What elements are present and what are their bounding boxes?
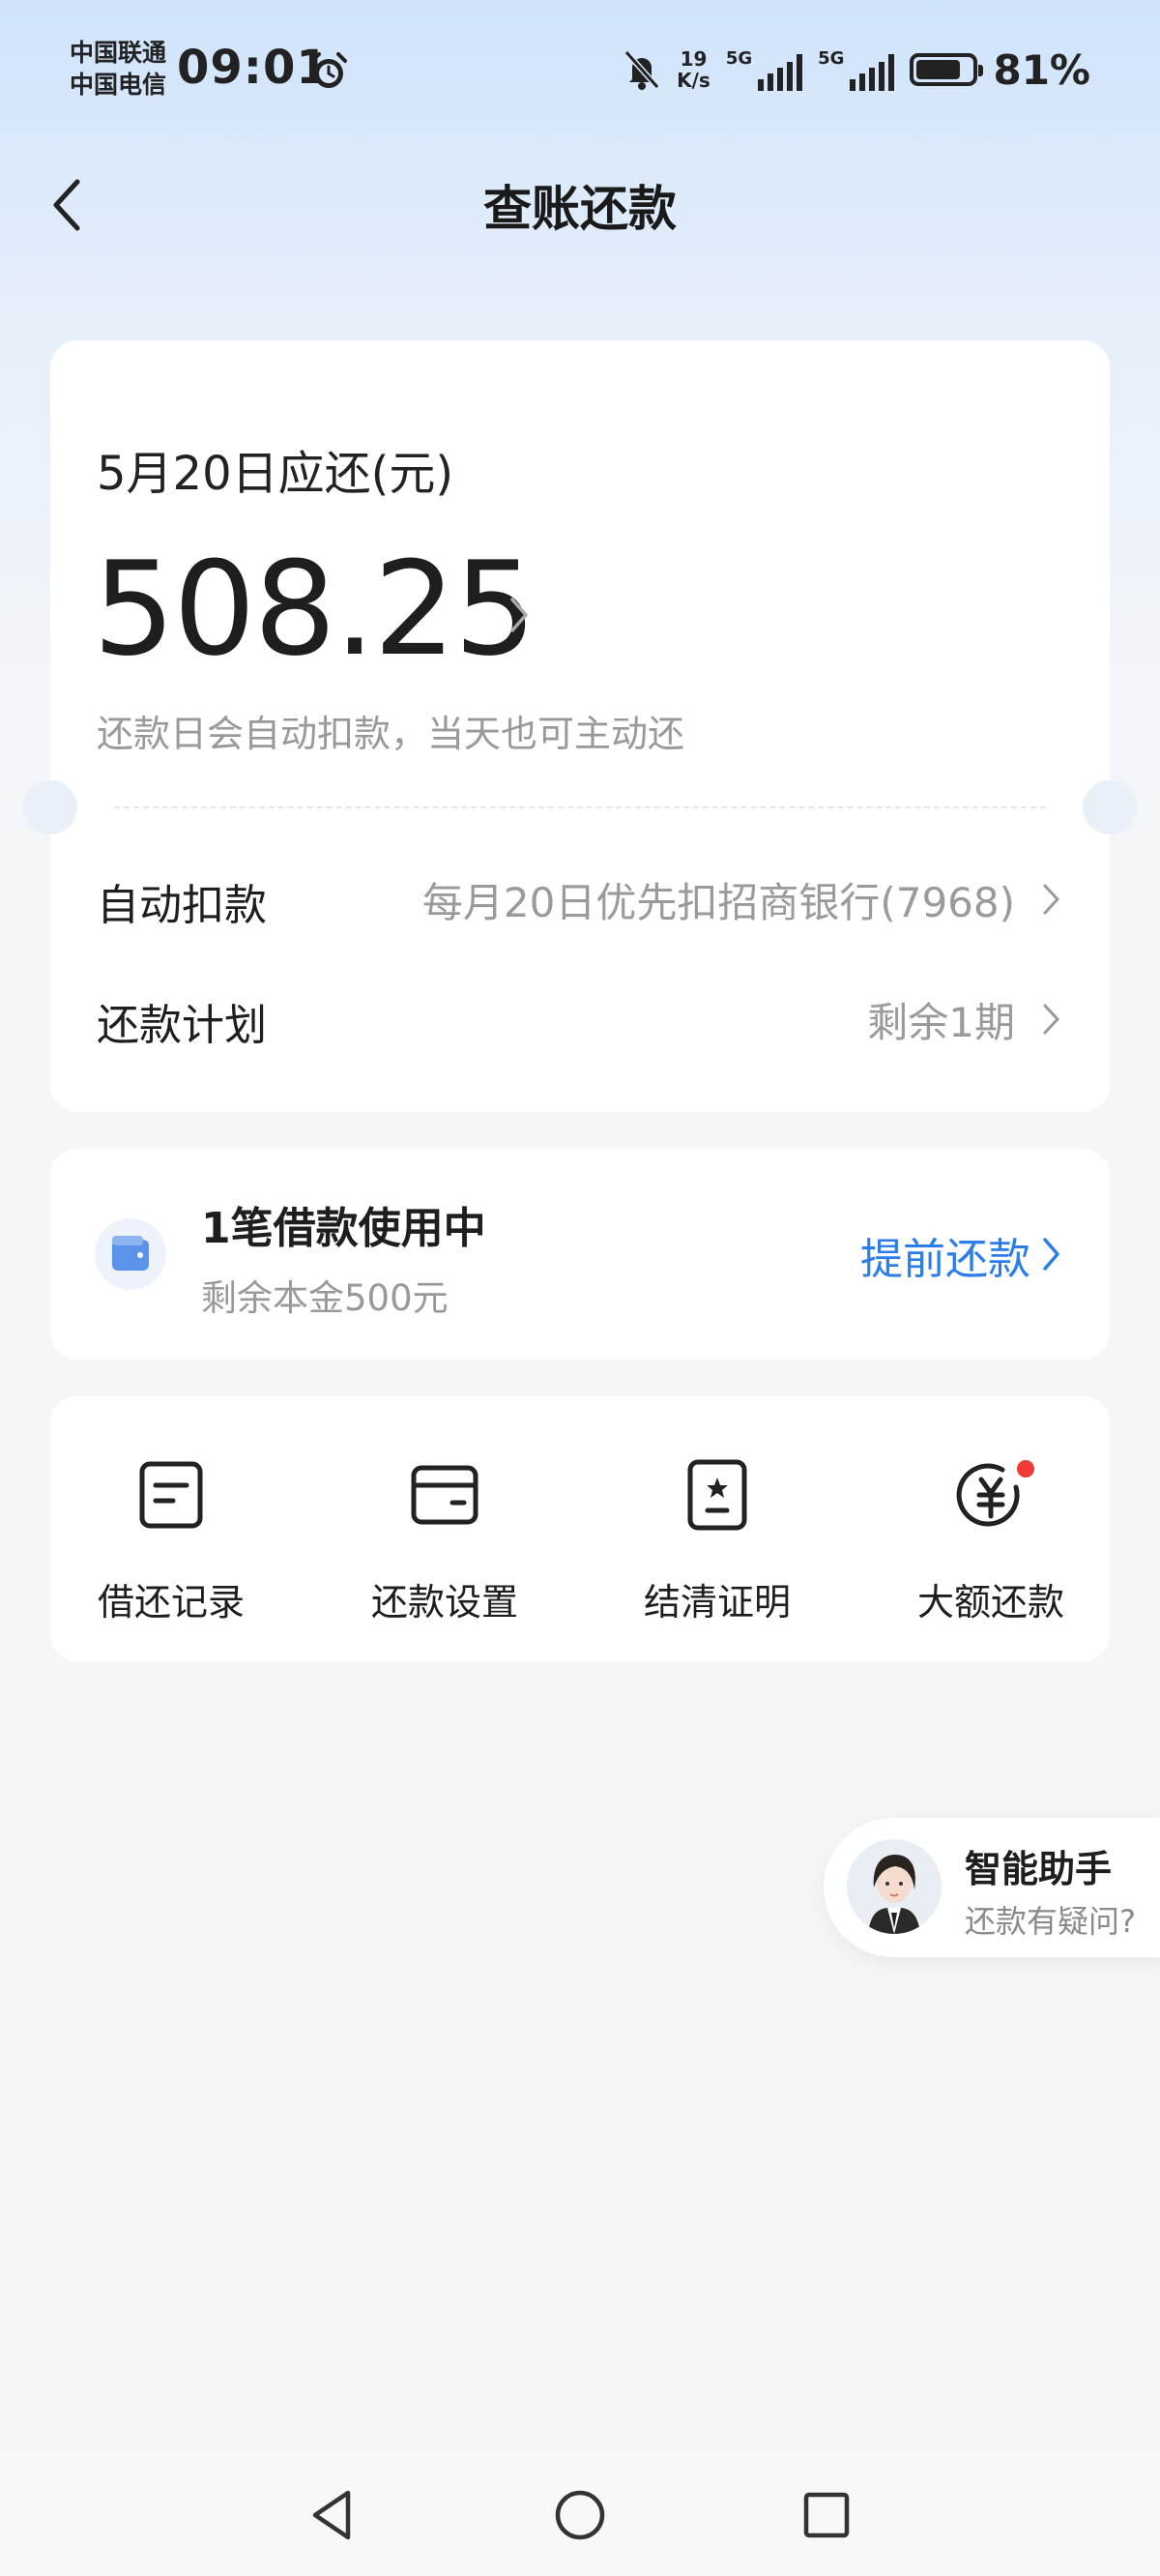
auto-deduct-note: 还款日会自动扣款，当天也可主动还: [97, 713, 685, 755]
net-speed-value: 19: [680, 47, 708, 71]
signal-1: 5G: [725, 48, 803, 91]
status-bar: 中国联通 中国电信 09:01 19 K/s 5G 5G 81%: [0, 0, 1160, 145]
quick-action-label: 借还记录: [97, 1581, 245, 1624]
wallet-icon: [95, 1218, 166, 1290]
signal-2-label: 5G: [818, 48, 845, 69]
alarm-icon: [310, 52, 347, 88]
card-notch-left: [23, 780, 77, 834]
auto-deduct-value: 每月20日优先扣招商银行(7968): [421, 879, 1015, 926]
battery-level: [916, 60, 961, 79]
quick-action-settlement-proof[interactable]: 结清证明: [621, 1458, 814, 1632]
nav-back-icon[interactable]: [300, 2481, 367, 2549]
quick-action-loan-records[interactable]: 借还记录: [74, 1458, 268, 1632]
mute-bell-icon: [624, 50, 660, 90]
carrier-1: 中国联通: [70, 39, 167, 67]
due-date-label: 5月20日应还(元): [97, 447, 454, 501]
certificate-icon: [687, 1459, 747, 1531]
carrier-2: 中国电信: [70, 71, 167, 99]
quick-actions-card: 借还记录 还款设置 结清证明 大额还款: [50, 1396, 1110, 1661]
loan-status-title: 1笔借款使用中: [201, 1204, 486, 1253]
carrier-info: 中国联通 中国电信: [70, 37, 166, 101]
quick-action-label: 大额还款: [916, 1581, 1064, 1624]
chevron-right-icon: [1043, 1004, 1059, 1035]
repayment-plan-value: 剩余1期: [867, 999, 1015, 1046]
assistant-title: 智能助手: [965, 1848, 1113, 1890]
notification-dot: [1017, 1460, 1034, 1478]
quick-action-label: 还款设置: [370, 1581, 518, 1624]
due-amount[interactable]: 508.25: [93, 534, 536, 685]
repayment-plan-label: 还款计划: [97, 1001, 267, 1050]
prepay-button[interactable]: 提前还款: [860, 1224, 1030, 1286]
nav-recents-icon[interactable]: [793, 2481, 860, 2549]
nav-home-icon[interactable]: [546, 2481, 614, 2549]
battery-percent: 81%: [993, 45, 1090, 94]
system-nav-bar: [0, 2452, 1160, 2576]
due-card: 5月20日应还(元) 508.25 还款日会自动扣款，当天也可主动还 自动扣款 …: [23, 340, 1137, 1112]
remaining-principal: 剩余本金500元: [201, 1277, 449, 1319]
auto-deduct-row[interactable]: 自动扣款 每月20日优先扣招商银行(7968): [97, 857, 1063, 934]
quick-action-large-repay[interactable]: 大额还款: [894, 1458, 1088, 1632]
chevron-right-icon[interactable]: [505, 588, 534, 642]
assistant-subtitle: 还款有疑问?: [965, 1903, 1136, 1940]
signal-2: 5G: [818, 48, 895, 91]
smart-assistant-button[interactable]: 智能助手 还款有疑问?: [824, 1818, 1160, 1957]
loan-card: 1笔借款使用中 剩余本金500元 提前还款: [50, 1149, 1110, 1360]
quick-action-label: 结清证明: [643, 1581, 791, 1624]
battery-icon: [910, 53, 984, 86]
net-speed-unit: K/s: [677, 69, 710, 92]
divider: [114, 806, 1046, 808]
auto-deduct-label: 自动扣款: [97, 881, 267, 930]
chevron-right-icon[interactable]: [1040, 1234, 1063, 1274]
document-icon: [139, 1461, 203, 1529]
quick-action-repay-settings[interactable]: 还款设置: [348, 1458, 541, 1632]
signal-1-label: 5G: [725, 48, 753, 69]
card-notch-right: [1083, 780, 1137, 834]
assistant-avatar: [847, 1839, 942, 1934]
page-title: 查账还款: [483, 181, 677, 237]
repayment-plan-row[interactable]: 还款计划 剩余1期: [97, 977, 1063, 1054]
chevron-right-icon: [1043, 884, 1059, 915]
net-speed: 19 K/s: [677, 48, 710, 91]
card-icon: [411, 1465, 478, 1525]
